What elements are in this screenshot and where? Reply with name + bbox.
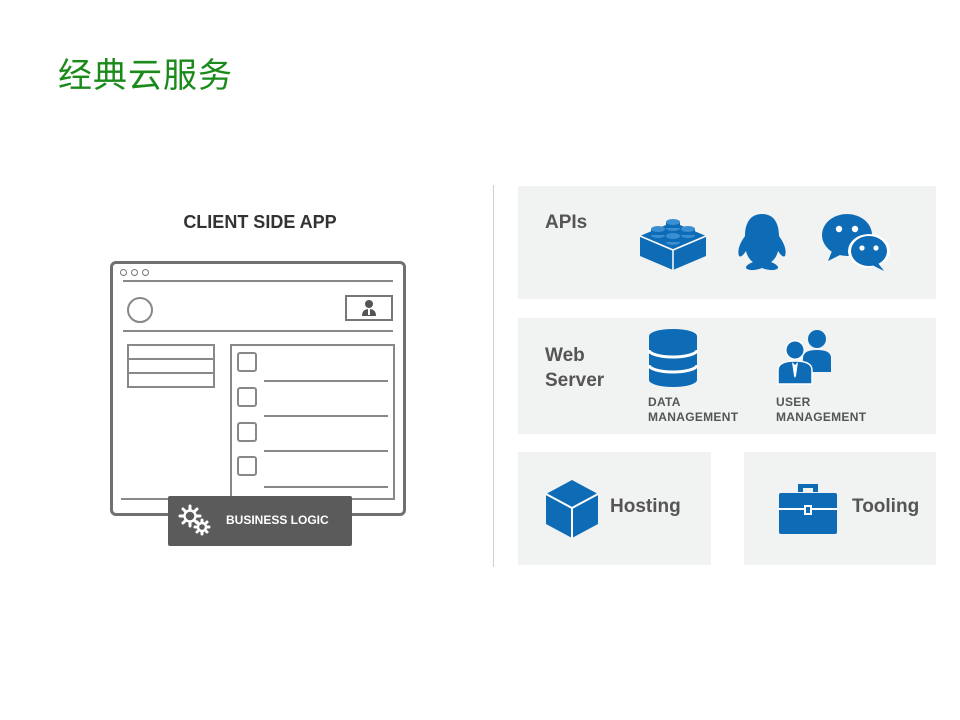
checklist-panel-mockup — [230, 344, 395, 500]
tooling-title: Tooling — [852, 496, 920, 517]
slide-title: 经典云服务 — [58, 56, 233, 96]
apis-panel: APIs — [518, 186, 936, 299]
checkbox-icon — [237, 422, 257, 442]
tooling-panel: Tooling — [744, 452, 936, 565]
toolbar-divider — [123, 280, 393, 282]
user-avatar-icon — [362, 300, 376, 316]
web-server-title-line2: Server — [545, 370, 605, 391]
user-avatar-box — [345, 295, 393, 321]
user-management-label-line1: USER — [776, 395, 811, 409]
client-side-app-title: CLIENT SIDE APP — [183, 212, 337, 232]
checkbox-icon — [237, 352, 257, 372]
user-management-label-line2: MANAGEMENT — [776, 410, 867, 424]
qq-penguin-icon — [738, 214, 786, 271]
profile-circle-icon — [127, 297, 153, 323]
window-dot-icon — [120, 269, 127, 276]
web-server-title-line1: Web — [545, 345, 585, 366]
hosting-title: Hosting — [610, 496, 681, 517]
hosting-cube-icon — [545, 480, 599, 538]
users-group-icon — [777, 330, 831, 385]
data-management-label-line2: MANAGEMENT — [648, 410, 739, 424]
wechat-chat-icon — [822, 214, 890, 271]
hosting-panel: Hosting — [518, 452, 711, 565]
web-server-panel: Web Server DATA MANAGEMENT USER MANAGEME… — [518, 318, 936, 434]
browser-window-mockup — [110, 261, 406, 516]
header-divider — [123, 330, 393, 332]
vertical-divider — [493, 185, 494, 567]
toolbox-briefcase-icon — [779, 484, 837, 534]
apis-title: APIs — [545, 212, 588, 233]
window-dot-icon — [142, 269, 149, 276]
checkbox-icon — [237, 456, 257, 476]
business-logic-label: BUSINESS LOGIC — [226, 513, 329, 527]
form-fields-mockup — [127, 344, 215, 388]
checkbox-icon — [237, 387, 257, 407]
building-block-icon — [639, 219, 707, 270]
gears-icon — [178, 504, 211, 536]
data-management-label-line1: DATA — [648, 395, 681, 409]
business-logic-bar: BUSINESS LOGIC — [168, 496, 352, 546]
window-dot-icon — [131, 269, 138, 276]
database-icon — [647, 329, 699, 387]
